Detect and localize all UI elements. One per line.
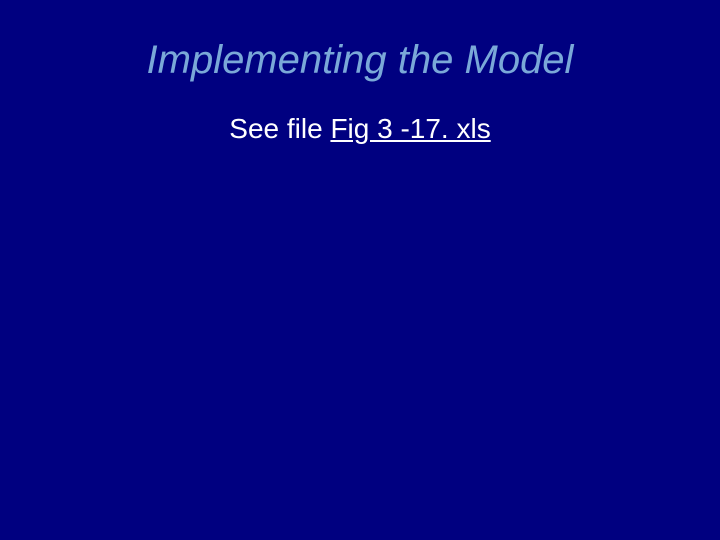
slide-container: Implementing the Model See file Fig 3 -1… <box>0 0 720 540</box>
slide-body: See file Fig 3 -17. xls <box>0 113 720 145</box>
slide-title: Implementing the Model <box>0 38 720 83</box>
file-link[interactable]: Fig 3 -17. xls <box>330 113 490 144</box>
body-prefix: See file <box>229 113 330 144</box>
